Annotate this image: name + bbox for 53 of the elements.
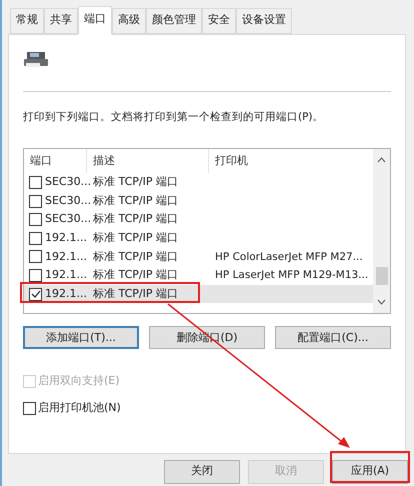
table-cell: HP ColorLaserJet MFP M27...	[215, 250, 363, 263]
table-row[interactable]: 192.1... 标准 TCP/IP 端口	[24, 229, 373, 248]
action-button[interactable]: 添加端口(T)...	[23, 326, 139, 350]
table-row[interactable]: 192.1... 标准 TCP/IP 端口	[24, 284, 373, 304]
checkbox[interactable]	[29, 176, 42, 190]
scroll-thumb[interactable]	[376, 267, 388, 286]
table-cell-text: 192.1...	[45, 267, 87, 284]
table-cell: 标准 TCP/IP 端口	[93, 268, 178, 282]
table-cell: 标准 TCP/IP 端口	[93, 286, 178, 300]
checkbox[interactable]	[23, 402, 36, 414]
scrollbar[interactable]	[373, 149, 390, 314]
scroll-down-icon[interactable]	[377, 299, 386, 306]
scroll-up-icon[interactable]	[377, 157, 386, 164]
tab[interactable]: 端口	[78, 6, 112, 34]
table-cell-text: SEC30...	[45, 174, 92, 190]
table-cell-text: SEC30...	[45, 192, 92, 209]
table-cell: 标准 TCP/IP 端口	[93, 175, 178, 188]
column-header[interactable]: 端口	[24, 149, 87, 174]
table-cell-text: SEC30...	[45, 211, 92, 228]
column-header[interactable]: 描述	[87, 149, 209, 174]
tab[interactable]: 安全	[202, 8, 236, 34]
tab[interactable]: 常规	[10, 8, 44, 34]
table-cell: 标准 TCP/IP 端口	[93, 194, 178, 207]
tab[interactable]: 设备设置	[236, 8, 292, 34]
table-row[interactable]: SEC30... 标准 TCP/IP 端口	[24, 173, 373, 192]
table-cell: 标准 TCP/IP 端口	[93, 250, 178, 263]
dialog-button[interactable]: 关闭	[164, 460, 240, 484]
column-header[interactable]: 打印机	[209, 149, 373, 174]
tab[interactable]: 高级	[112, 8, 146, 34]
table-row[interactable]: 192.1... 标准 TCP/IP 端口 HP ColorLaserJet MFP M27...	[24, 248, 373, 266]
table-row[interactable]: SEC30... 标准 TCP/IP 端口	[24, 210, 373, 230]
instruction-text: 打印到下列端口。文档将打印到第一个检查到的可用端口(P)。	[23, 110, 325, 124]
tab[interactable]: 颜色管理	[146, 8, 202, 34]
action-button[interactable]: 配置端口(C)...	[275, 326, 391, 350]
option-label: 启用打印机池(N)	[38, 400, 121, 416]
tab[interactable]: 共享	[44, 8, 78, 34]
option-label: 启用双向支持(E)	[38, 373, 120, 390]
table-row[interactable]: SEC30... 标准 TCP/IP 端口	[24, 192, 373, 210]
checked-checkbox[interactable]	[29, 288, 42, 301]
checkbox[interactable]	[29, 213, 42, 226]
table-cell-text: 192.1...	[45, 230, 87, 246]
table-cell: HP LaserJet MFP M129-M13...	[215, 269, 368, 282]
checkbox[interactable]	[29, 194, 42, 208]
table-cell-text: 192.1...	[45, 248, 87, 265]
checkbox[interactable]	[29, 232, 42, 245]
checkbox[interactable]	[29, 250, 42, 264]
table-cell: 标准 TCP/IP 端口	[93, 231, 178, 244]
printer-icon	[23, 50, 49, 68]
table-cell-text: 192.1...	[45, 286, 87, 302]
dialog-button[interactable]: 应用(A)	[332, 460, 408, 484]
table-row[interactable]: 192.1... 标准 TCP/IP 端口 HP LaserJet MFP M129-M13...	[24, 266, 373, 285]
checkbox[interactable]	[29, 269, 42, 282]
table-cell: 标准 TCP/IP 端口	[93, 212, 178, 226]
